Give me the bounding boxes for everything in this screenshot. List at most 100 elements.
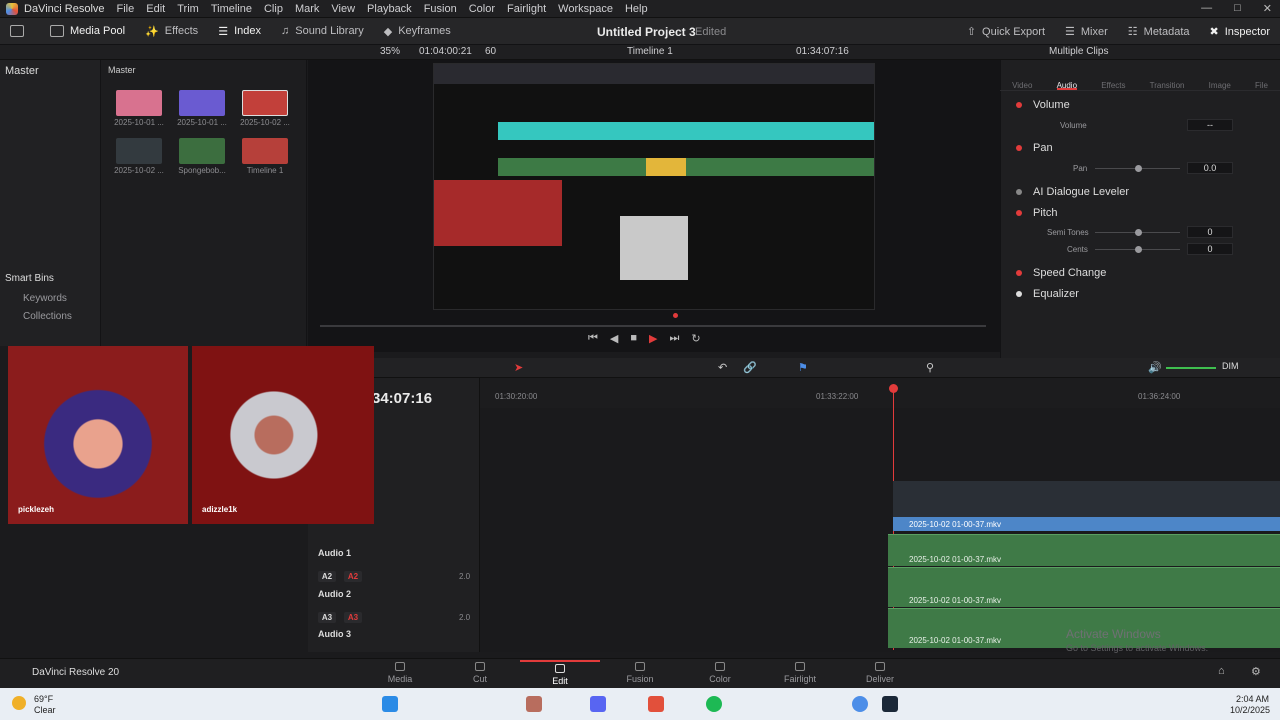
media-clip-thumbnail[interactable] bbox=[116, 138, 162, 164]
enable-dot-icon[interactable] bbox=[1016, 210, 1022, 216]
selection-tool-icon[interactable]: ➤ bbox=[514, 361, 523, 374]
playhead-handle[interactable] bbox=[889, 384, 898, 393]
pan-section[interactable]: Pan bbox=[1000, 138, 1280, 158]
timeline-ruler[interactable]: 01:30:20:00 01:33:22:00 01:36:24:00 bbox=[480, 378, 1280, 408]
effects-button[interactable]: ✨ Effects bbox=[135, 18, 208, 44]
snap-icon[interactable]: ↶ bbox=[718, 361, 727, 374]
go-to-start-icon[interactable]: ⏮ bbox=[588, 332, 598, 345]
taskbar-app-icon[interactable] bbox=[648, 696, 664, 712]
tab-image[interactable]: Image bbox=[1209, 63, 1231, 90]
page-edit[interactable]: Edit bbox=[520, 660, 600, 686]
menu-fusion[interactable]: Fusion bbox=[424, 3, 457, 15]
track-name-audio-2[interactable]: Audio 2 bbox=[318, 589, 351, 599]
speed-change-section[interactable]: Speed Change bbox=[1000, 263, 1280, 283]
media-clip-thumbnail[interactable] bbox=[242, 138, 288, 164]
enable-dot-icon[interactable] bbox=[1016, 145, 1022, 151]
home-icon[interactable]: ⌂ bbox=[1218, 665, 1225, 677]
page-color[interactable]: Color bbox=[680, 660, 760, 684]
media-clip-thumbnail[interactable] bbox=[242, 90, 288, 116]
menu-view[interactable]: View bbox=[331, 3, 355, 15]
master-bin[interactable]: Master bbox=[5, 65, 39, 77]
menu-file[interactable]: File bbox=[117, 3, 135, 15]
tab-file[interactable]: File bbox=[1255, 63, 1268, 90]
track-name-audio-1[interactable]: Audio 1 bbox=[318, 548, 351, 558]
collections-bin[interactable]: Collections bbox=[23, 311, 72, 322]
tab-effects[interactable]: Effects bbox=[1101, 63, 1125, 90]
media-clip-thumbnail[interactable] bbox=[179, 90, 225, 116]
enable-dot-icon[interactable] bbox=[1016, 291, 1022, 297]
windows-start-icon[interactable] bbox=[382, 696, 398, 712]
scrubber-playhead[interactable] bbox=[673, 313, 678, 318]
pitch-section[interactable]: Pitch bbox=[1000, 203, 1280, 223]
keyframes-button[interactable]: ◆ Keyframes bbox=[374, 18, 461, 44]
volume-section[interactable]: Volume bbox=[1000, 95, 1280, 115]
semi-tones-knob[interactable] bbox=[1135, 229, 1142, 236]
play-icon[interactable]: ▶ bbox=[649, 332, 657, 345]
weather-icon[interactable] bbox=[12, 696, 26, 710]
menu-help[interactable]: Help bbox=[625, 3, 648, 15]
ai-dialogue-section[interactable]: AI Dialogue Leveler bbox=[1000, 182, 1280, 202]
track-name-audio-3[interactable]: Audio 3 bbox=[318, 629, 351, 639]
enable-dot-icon[interactable] bbox=[1016, 189, 1022, 195]
page-fusion[interactable]: Fusion bbox=[600, 660, 680, 684]
media-pool-button[interactable]: Media Pool bbox=[40, 18, 135, 44]
page-fairlight[interactable]: Fairlight bbox=[760, 660, 840, 684]
settings-gear-icon[interactable]: ⚙ bbox=[1251, 665, 1261, 678]
quick-export-button[interactable]: ⇧ Quick Export bbox=[957, 18, 1055, 45]
pan-value[interactable]: 0.0 bbox=[1187, 162, 1233, 174]
inspector-button[interactable]: ✖ Inspector bbox=[1200, 18, 1280, 45]
menu-mark[interactable]: Mark bbox=[295, 3, 319, 15]
semi-tones-value[interactable]: 0 bbox=[1187, 226, 1233, 238]
link-icon[interactable]: 🔗 bbox=[743, 361, 757, 374]
discord-icon[interactable] bbox=[590, 696, 606, 712]
track-a2-patch[interactable]: A2 bbox=[318, 571, 336, 582]
workspace-toggle[interactable] bbox=[0, 18, 40, 44]
spotify-icon[interactable] bbox=[706, 696, 722, 712]
loop-icon[interactable]: ↻ bbox=[691, 332, 700, 345]
track-a3-dest[interactable]: A3 bbox=[344, 612, 362, 623]
menu-timeline[interactable]: Timeline bbox=[211, 3, 252, 15]
track-a2-dest[interactable]: A2 bbox=[344, 571, 362, 582]
flag-icon[interactable]: ⚑ bbox=[798, 361, 808, 374]
zoom-icon[interactable]: ⚲ bbox=[926, 361, 934, 374]
pan-slider-knob[interactable] bbox=[1135, 165, 1142, 172]
minimize-icon[interactable]: — bbox=[1201, 2, 1212, 15]
volume-value[interactable]: -- bbox=[1187, 119, 1233, 131]
page-deliver[interactable]: Deliver bbox=[840, 660, 920, 684]
viewer-frame[interactable] bbox=[433, 63, 875, 310]
speaker-icon[interactable]: 🔊 bbox=[1148, 361, 1162, 374]
timeline-name[interactable]: Timeline 1 bbox=[627, 46, 673, 57]
steam-icon[interactable] bbox=[882, 696, 898, 712]
menu-fairlight[interactable]: Fairlight bbox=[507, 3, 546, 15]
cents-knob[interactable] bbox=[1135, 246, 1142, 253]
enable-dot-icon[interactable] bbox=[1016, 270, 1022, 276]
reverse-icon[interactable]: ◀ bbox=[610, 332, 618, 345]
mixer-button[interactable]: ☰ Mixer bbox=[1055, 18, 1118, 45]
scrubber-bar[interactable] bbox=[320, 325, 986, 327]
dim-button[interactable]: DIM bbox=[1222, 361, 1239, 371]
menu-clip[interactable]: Clip bbox=[264, 3, 283, 15]
menu-workspace[interactable]: Workspace bbox=[558, 3, 613, 15]
close-icon[interactable]: ✕ bbox=[1263, 2, 1272, 15]
maximize-icon[interactable]: □ bbox=[1234, 2, 1241, 15]
media-clip-thumbnail[interactable] bbox=[116, 90, 162, 116]
stop-icon[interactable]: ■ bbox=[630, 332, 637, 345]
master-volume-slider[interactable] bbox=[1166, 367, 1216, 369]
index-button[interactable]: ☰ Index bbox=[208, 18, 271, 44]
page-cut[interactable]: Cut bbox=[440, 660, 520, 684]
page-media[interactable]: Media bbox=[360, 660, 440, 684]
menu-edit[interactable]: Edit bbox=[146, 3, 165, 15]
zoom-level[interactable]: 35% bbox=[380, 46, 400, 57]
tab-transition[interactable]: Transition bbox=[1150, 63, 1185, 90]
keywords-bin[interactable]: Keywords bbox=[23, 293, 67, 304]
go-to-end-icon[interactable]: ⏭ bbox=[670, 332, 680, 345]
enable-dot-icon[interactable] bbox=[1016, 102, 1022, 108]
video-clip-thumbnails[interactable] bbox=[893, 481, 1280, 517]
tab-video[interactable]: Video bbox=[1012, 63, 1032, 90]
menu-playback[interactable]: Playback bbox=[367, 3, 412, 15]
menu-color[interactable]: Color bbox=[469, 3, 495, 15]
sound-library-button[interactable]: ♫ Sound Library bbox=[271, 18, 374, 44]
equalizer-section[interactable]: Equalizer bbox=[1000, 284, 1280, 304]
chrome-icon[interactable] bbox=[852, 696, 868, 712]
metadata-button[interactable]: ☷ Metadata bbox=[1118, 18, 1200, 45]
